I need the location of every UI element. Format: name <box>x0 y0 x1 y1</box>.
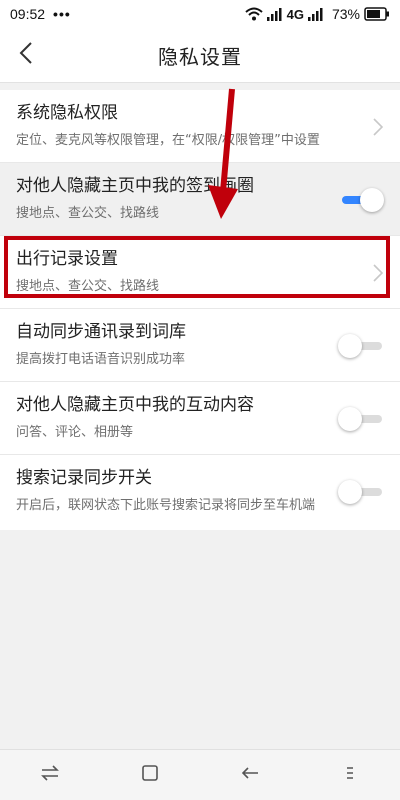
home-button[interactable] <box>130 755 170 795</box>
row-travel-record[interactable]: 出行记录设置 搜地点、查公交、找路线 <box>0 236 400 309</box>
row-title: 搜索记录同步开关 <box>16 468 152 488</box>
toggle-hide-checkin[interactable] <box>338 188 384 212</box>
toggle-sync-contacts[interactable] <box>338 334 384 358</box>
row-sync-contacts: 自动同步通讯录到词库 提高拨打电话语音识别成功率 <box>0 309 400 382</box>
status-time: 09:52 <box>10 6 46 22</box>
row-title: 自动同步通讯录到词库 <box>16 322 186 342</box>
menu-button[interactable] <box>330 755 370 795</box>
signal-icon-2 <box>307 7 324 21</box>
row-search-sync: 搜索记录同步开关 开启后，联网状态下此账号搜索记录将同步至车机端 <box>0 455 400 530</box>
status-left: 09:52 ••• <box>10 6 71 22</box>
row-subtitle: 搜地点、查公交、找路线 <box>16 206 160 221</box>
network-type: 4G <box>286 6 304 22</box>
row-system-privacy[interactable]: 系统隐私权限 定位、麦克风等权限管理，在“权限/权限管理”中设置 <box>0 90 400 163</box>
row-subtitle: 定位、麦克风等权限管理，在“权限/权限管理”中设置 <box>16 133 320 148</box>
toggle-hide-interactions[interactable] <box>338 407 384 431</box>
battery-icon <box>364 7 390 21</box>
chevron-right-icon <box>372 263 384 283</box>
page-title: 隐私设置 <box>158 44 242 69</box>
status-bar: 09:52 ••• 4G 73% <box>0 0 400 28</box>
battery-percent: 73% <box>331 6 360 22</box>
row-hide-interactions: 对他人隐藏主页中我的互动内容 问答、评论、相册等 <box>0 382 400 455</box>
toggle-knob <box>338 480 362 504</box>
wifi-icon <box>244 7 263 21</box>
row-title: 系统隐私权限 <box>16 103 118 123</box>
row-title: 对他人隐藏主页中我的签到画圈 <box>16 176 254 196</box>
toggle-knob <box>338 407 362 431</box>
toggle-search-sync[interactable] <box>338 480 384 504</box>
settings-list: 系统隐私权限 定位、麦克风等权限管理，在“权限/权限管理”中设置 对他人隐藏主页… <box>0 90 400 530</box>
signal-icon <box>266 7 283 21</box>
notification-dots: ••• <box>53 6 71 22</box>
nav-bar: 隐私设置 <box>0 28 400 83</box>
row-subtitle: 问答、评论、相册等 <box>16 425 134 440</box>
system-nav-bar <box>0 749 400 800</box>
status-right: 4G 73% <box>244 6 390 22</box>
chevron-left-icon <box>19 42 33 68</box>
toggle-knob <box>338 334 362 358</box>
chevron-right-icon <box>372 117 384 137</box>
row-title: 对他人隐藏主页中我的互动内容 <box>16 395 254 415</box>
toggle-knob <box>360 188 384 212</box>
row-subtitle: 提高拨打电话语音识别成功率 <box>16 352 186 367</box>
swap-icon <box>40 765 60 785</box>
square-icon <box>141 764 159 786</box>
menu-icon <box>345 765 355 785</box>
back-icon <box>240 765 260 785</box>
row-title: 出行记录设置 <box>16 249 118 269</box>
row-subtitle: 搜地点、查公交、找路线 <box>16 279 160 294</box>
row-subtitle: 开启后，联网状态下此账号搜索记录将同步至车机端 <box>16 498 316 513</box>
back-button[interactable] <box>10 39 42 71</box>
row-hide-checkin: 对他人隐藏主页中我的签到画圈 搜地点、查公交、找路线 <box>0 163 400 236</box>
switch-button[interactable] <box>30 755 70 795</box>
back-nav-button[interactable] <box>230 755 270 795</box>
